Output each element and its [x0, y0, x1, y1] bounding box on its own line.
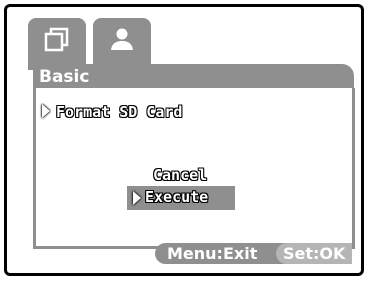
- menu-header-bar: Basic: [33, 64, 354, 90]
- option-cancel[interactable]: Cancel: [153, 166, 207, 184]
- menu-exit-hint: Menu:Exit: [167, 244, 258, 263]
- selection-arrow-icon: [133, 191, 141, 205]
- person-icon: [111, 28, 133, 50]
- selection-arrow-icon: [42, 104, 50, 118]
- set-ok-hint: Set:OK: [276, 243, 352, 264]
- menu-title: Basic: [39, 67, 90, 87]
- image-frame-icon: [44, 27, 69, 52]
- menu-panel: Format SD Card Cancel Execute: [33, 88, 355, 249]
- set-ok-label: Set:OK: [283, 244, 346, 263]
- option-execute-label: Execute: [145, 188, 209, 206]
- menu-item-format-sd-card[interactable]: Format SD Card: [42, 102, 182, 121]
- tab-basic[interactable]: [28, 18, 86, 70]
- menu-item-label: Format SD Card: [56, 103, 183, 121]
- button-hint-bar: Menu:Exit Set:OK: [155, 243, 352, 264]
- option-execute[interactable]: Execute: [127, 186, 235, 210]
- tab-setup[interactable]: [93, 18, 151, 70]
